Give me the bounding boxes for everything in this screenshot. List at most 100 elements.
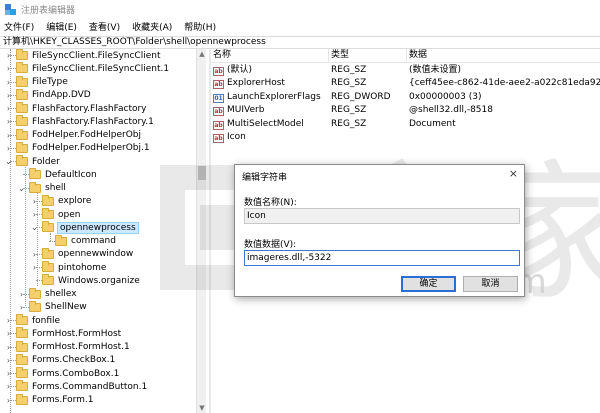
chevron-right-icon[interactable]: › [4, 131, 13, 140]
chevron-right-icon[interactable]: › [4, 329, 13, 338]
tree-item[interactable]: › Forms.ComboBox.1 [4, 367, 119, 380]
chevron-right-icon[interactable]: › [4, 356, 13, 365]
tree-item[interactable]: DefaultIcon [17, 168, 97, 181]
tree-item[interactable]: › shellex [17, 287, 77, 301]
tree-item[interactable]: › FlashFactory.FlashFactory [4, 102, 147, 115]
tree-item[interactable]: › FindApp.DVD [4, 88, 91, 102]
chevron-right-icon[interactable]: › [4, 343, 13, 352]
value-data-cell: (数值未设置) [409, 65, 462, 75]
string-value-icon: ab [213, 107, 224, 117]
chevron-down-icon[interactable]: ⌄ [4, 157, 13, 166]
chevron-right-icon[interactable]: › [30, 250, 39, 259]
tree-item[interactable]: › FormHost.FormHost [4, 327, 121, 340]
tree-item[interactable]: › open [30, 208, 80, 221]
ok-button[interactable]: 确定 [401, 276, 456, 292]
close-icon[interactable]: × [509, 167, 518, 180]
chevron-right-icon[interactable]: › [4, 51, 13, 60]
folder-icon [16, 75, 28, 87]
value-row[interactable]: 01 LaunchExplorerFlags REG_DWORD 0x00000003… [211, 91, 600, 104]
tree-item[interactable]: Windows.organize [30, 274, 140, 287]
tree-item[interactable]: › Forms.CheckBox.1 [4, 353, 115, 367]
chevron-right-icon[interactable]: › [17, 290, 26, 299]
tree-item-label: shellex [45, 289, 77, 299]
tree-item[interactable]: ⌄ Folder [4, 155, 60, 168]
chevron-right-icon[interactable]: › [30, 210, 39, 219]
chevron-right-icon[interactable]: › [4, 117, 13, 126]
tree-item[interactable]: › pintohome [30, 261, 106, 274]
tree-item[interactable]: › Forms.CommandButton.1 [4, 380, 147, 393]
menu-help[interactable]: 帮助(H) [184, 20, 216, 33]
window-title: 注册表编辑器 [21, 5, 76, 16]
menu-edit[interactable]: 编辑(E) [46, 20, 77, 33]
cancel-button[interactable]: 取消 [463, 276, 518, 292]
folder-icon [16, 115, 28, 127]
address-bar[interactable]: 计算机\HKEY_CLASSES_ROOT\Folder\shell\openn… [0, 36, 600, 49]
tree-item[interactable]: command [43, 234, 116, 248]
value-name-cell: ab MUIVerb [213, 104, 329, 117]
tree-item[interactable]: › FileSyncClient.FileSyncClient.1 [4, 62, 169, 75]
tree-scrollbar[interactable]: ▲ ▼ [196, 49, 206, 413]
value-row[interactable]: ab MultiSelectModel REG_SZ Document [211, 118, 600, 131]
column-name-header[interactable]: 名称 [211, 49, 329, 63]
tree-item[interactable]: › fonfile [4, 314, 60, 327]
chevron-right-icon[interactable]: › [4, 78, 13, 87]
value-type-cell: REG_DWORD [331, 91, 391, 102]
column-data-header[interactable]: 数据 [407, 49, 600, 63]
value-name-cell: ab MultiSelectModel [213, 118, 329, 131]
scroll-up-arrow-icon[interactable]: ▲ [197, 49, 207, 59]
folder-icon [16, 49, 28, 60]
tree-item[interactable]: › FodHelper.FodHelperObj.1 [4, 141, 150, 155]
tree-item-label: shell [45, 183, 66, 193]
chevron-right-icon[interactable]: › [4, 396, 13, 405]
value-name-cell: 01 LaunchExplorerFlags [213, 91, 329, 104]
value-row[interactable]: ab Icon [211, 131, 600, 144]
folder-icon [42, 208, 54, 219]
scroll-thumb[interactable] [198, 166, 206, 180]
tree-item[interactable]: ⌄ opennewprocess [30, 221, 139, 234]
menu-view[interactable]: 查看(V) [89, 20, 120, 33]
tree-item[interactable]: › explore [30, 194, 91, 208]
tree-item[interactable]: › FormHost.FormHost.1 [4, 340, 130, 354]
folder-icon [29, 181, 41, 193]
chevron-right-icon[interactable]: › [4, 382, 13, 391]
value-row[interactable]: ab ExplorerHost REG_SZ {ceff45ee-c862-41de-… [211, 77, 600, 90]
chevron-right-icon[interactable]: › [4, 64, 13, 73]
value-row[interactable]: ab MUIVerb REG_SZ @shell32.dll,-8518 [211, 104, 600, 117]
column-type-header[interactable]: 类型 [329, 49, 407, 63]
menu-file[interactable]: 文件(F) [4, 20, 34, 33]
folder-icon [29, 168, 41, 180]
scroll-down-arrow-icon[interactable]: ▼ [197, 403, 207, 413]
chevron-right-icon[interactable]: › [4, 91, 13, 100]
value-type-cell: REG_SZ [331, 65, 367, 75]
folder-icon [16, 141, 28, 153]
tree-item[interactable]: › Forms.Form.1 [4, 393, 93, 407]
string-value-icon: ab [213, 67, 224, 76]
tree-item[interactable]: › FileSyncClient.FileSyncClient [4, 49, 160, 62]
tree-item[interactable]: › FlashFactory.FlashFactory.1 [4, 115, 154, 128]
value-row[interactable]: ab (默认) REG_SZ (数值未设置) [211, 64, 600, 77]
tree-item[interactable]: › ShellNew [17, 300, 87, 314]
tree-item[interactable]: ⌄ shell [17, 181, 66, 195]
value-name-text: (默认) [227, 65, 253, 75]
value-data-field[interactable]: imageres.dll,-5322 [244, 250, 520, 266]
chevron-right-icon[interactable]: › [30, 197, 39, 206]
folder-icon [16, 314, 28, 325]
tree-item[interactable]: › FileType [4, 75, 68, 89]
tree-item[interactable]: › FodHelper.FodHelperObj [4, 128, 141, 142]
tree-item[interactable]: › opennewwindow [30, 247, 133, 261]
chevron-right-icon[interactable]: › [4, 316, 13, 325]
chevron-right-icon[interactable]: › [4, 144, 13, 153]
chevron-right-icon[interactable]: › [17, 303, 26, 312]
value-type-cell [331, 131, 407, 144]
menu-favorites[interactable]: 收藏夹(A) [132, 20, 172, 33]
chevron-right-icon[interactable]: › [30, 263, 39, 272]
folder-icon [16, 380, 28, 392]
chevron-down-icon[interactable]: ⌄ [17, 184, 26, 193]
tree-item-label: Windows.organize [58, 275, 140, 286]
chevron-right-icon[interactable]: › [4, 104, 13, 113]
tree-item-label: command [71, 236, 116, 246]
chevron-right-icon[interactable]: › [4, 369, 13, 378]
value-name-text: MultiSelectModel [227, 118, 304, 129]
tree-item-label: DefaultIcon [45, 169, 97, 180]
chevron-down-icon[interactable]: ⌄ [30, 223, 39, 232]
